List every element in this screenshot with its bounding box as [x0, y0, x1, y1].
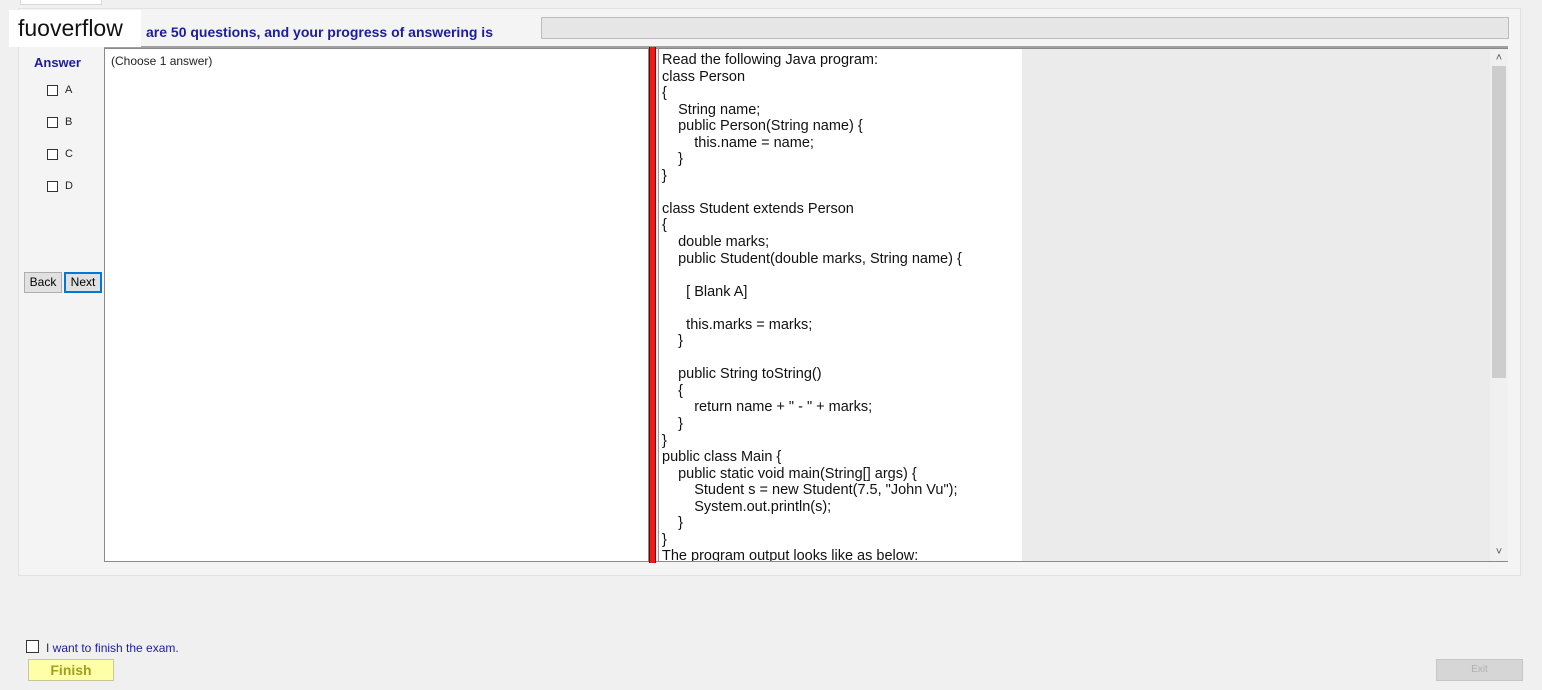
- checkbox-box[interactable]: [47, 116, 58, 128]
- finish-exam-label: I want to finish the exam.: [46, 641, 179, 655]
- scroll-up-icon[interactable]: ˄: [1490, 50, 1508, 66]
- question-content: Read the following Java program: class P…: [658, 49, 1022, 561]
- option-c-checkbox[interactable]: C: [47, 147, 73, 161]
- exit-button[interactable]: Exit: [1436, 659, 1523, 681]
- question-text: Read the following Java program: class P…: [662, 52, 962, 561]
- option-label: C: [65, 147, 73, 160]
- checkbox-box[interactable]: [47, 148, 58, 160]
- choose-answer-hint: (Choose 1 answer): [111, 54, 213, 68]
- watermark-label: fuoverflow: [9, 10, 141, 47]
- progress-text: are 50 questions, and your progress of a…: [146, 24, 493, 40]
- finish-exam-checkbox[interactable]: [26, 640, 39, 653]
- option-d-checkbox[interactable]: D: [47, 179, 73, 193]
- answer-pane: [104, 48, 649, 562]
- checkbox-box[interactable]: [47, 84, 58, 96]
- scrollbar-thumb[interactable]: [1492, 66, 1506, 378]
- option-b-checkbox[interactable]: B: [47, 115, 72, 129]
- checkbox-box[interactable]: [47, 180, 58, 192]
- answer-heading: Answer: [34, 55, 81, 70]
- option-a-checkbox[interactable]: A: [47, 83, 72, 97]
- scroll-down-icon[interactable]: ˅: [1490, 544, 1508, 560]
- pane-splitter[interactable]: [649, 47, 656, 563]
- finish-button[interactable]: Finish: [28, 659, 114, 681]
- option-label: B: [65, 115, 73, 128]
- top-tab: [20, 0, 102, 5]
- next-button[interactable]: Next: [64, 272, 102, 293]
- option-label: A: [65, 83, 73, 96]
- option-label: D: [65, 179, 73, 192]
- back-button[interactable]: Back: [24, 272, 62, 293]
- progress-bar: [541, 17, 1509, 39]
